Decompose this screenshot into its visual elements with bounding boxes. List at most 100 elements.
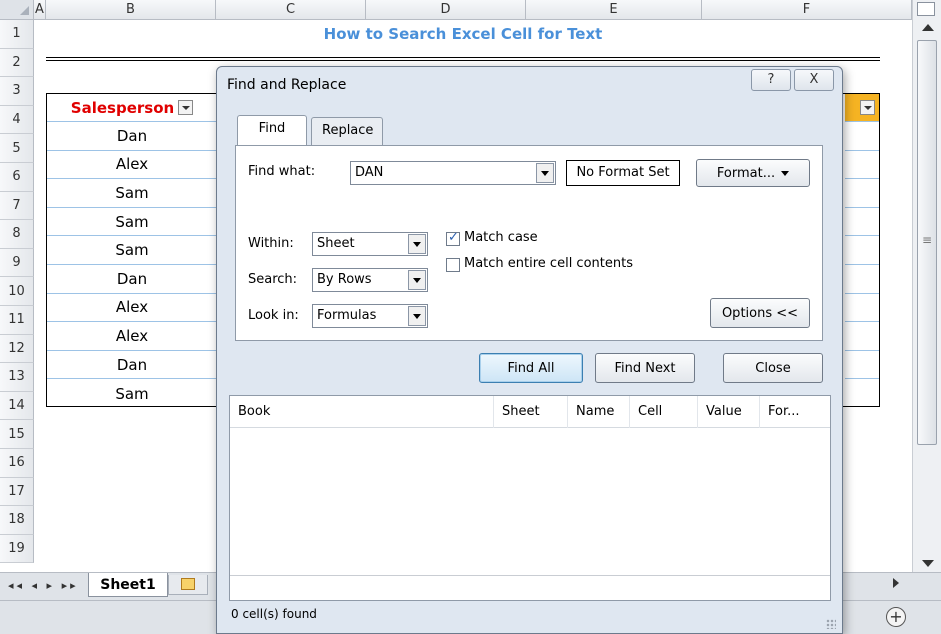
column-header-a[interactable]: A xyxy=(34,0,46,20)
row-header[interactable]: 6 xyxy=(0,162,34,192)
table-cell[interactable]: Dan xyxy=(47,122,217,151)
table-header-right-cell[interactable] xyxy=(845,94,879,122)
match-case-label[interactable]: Match case xyxy=(464,230,538,245)
results-scrollbar[interactable] xyxy=(230,575,830,577)
column-headers: A B C D E F xyxy=(0,0,912,20)
zoom-in-icon[interactable]: + xyxy=(886,607,906,627)
chevron-down-icon[interactable] xyxy=(408,306,426,326)
chevron-down-icon[interactable] xyxy=(408,270,426,290)
table-cell[interactable] xyxy=(845,179,879,208)
table-cell[interactable]: Sam xyxy=(47,236,217,265)
column-header-b[interactable]: B xyxy=(46,0,216,20)
row-header[interactable]: 15 xyxy=(0,420,34,449)
find-all-button[interactable]: Find All xyxy=(479,353,583,383)
row-header[interactable]: 17 xyxy=(0,477,34,507)
scroll-down-icon[interactable] xyxy=(922,560,934,567)
table-cell[interactable] xyxy=(845,236,879,265)
search-order-value: By Rows xyxy=(317,272,372,287)
row-header[interactable]: 1 xyxy=(0,20,34,49)
results-column-name[interactable]: Name xyxy=(568,396,630,428)
row-header[interactable]: 10 xyxy=(0,277,34,306)
results-list[interactable]: Book Sheet Name Cell Value For... xyxy=(229,395,831,601)
table-cell[interactable]: Alex xyxy=(47,322,217,351)
format-button[interactable]: Format... xyxy=(696,159,810,187)
match-entire-cell-label[interactable]: Match entire cell contents xyxy=(464,256,633,271)
search-order-select[interactable]: By Rows xyxy=(312,268,428,292)
filter-dropdown-icon[interactable] xyxy=(178,100,194,115)
table-cell[interactable] xyxy=(845,322,879,351)
row-header[interactable]: 8 xyxy=(0,220,34,249)
table-cell[interactable] xyxy=(845,122,879,151)
format-preview: No Format Set xyxy=(566,160,680,186)
row-header[interactable]: 19 xyxy=(0,534,34,564)
results-column-sheet[interactable]: Sheet xyxy=(494,396,568,428)
find-what-label: Find what: xyxy=(248,164,316,179)
results-column-formula[interactable]: For... xyxy=(760,396,830,428)
table-cell[interactable]: Sam xyxy=(47,379,217,408)
results-column-book[interactable]: Book xyxy=(230,396,494,428)
row-header[interactable]: 3 xyxy=(0,77,34,106)
help-button[interactable]: ? xyxy=(751,69,791,91)
look-in-value: Formulas xyxy=(317,308,377,323)
row-header[interactable]: 13 xyxy=(0,363,34,392)
column-header-d[interactable]: D xyxy=(366,0,526,20)
table-cell[interactable] xyxy=(845,265,879,294)
within-value: Sheet xyxy=(317,236,355,251)
row-header[interactable]: 7 xyxy=(0,191,34,221)
insert-sheet-button[interactable] xyxy=(168,575,208,595)
row-header[interactable]: 5 xyxy=(0,134,34,163)
chevron-down-icon[interactable] xyxy=(536,163,554,183)
vertical-scrollbar[interactable] xyxy=(912,0,941,572)
table-cell[interactable]: Sam xyxy=(47,179,217,208)
results-column-value[interactable]: Value xyxy=(698,396,760,428)
scroll-thumb[interactable] xyxy=(917,40,937,445)
tab-navigation-icon[interactable]: ◂◂ ◂ ▸ ▸▸ xyxy=(8,579,79,592)
table-cell[interactable]: Dan xyxy=(47,351,217,380)
row-header[interactable]: 4 xyxy=(0,105,34,135)
split-box-icon[interactable] xyxy=(917,2,935,16)
find-what-value: DAN xyxy=(355,165,384,180)
results-column-cell[interactable]: Cell xyxy=(630,396,698,428)
filter-dropdown-icon[interactable] xyxy=(860,100,875,115)
sheet-title[interactable]: How to Search Excel Cell for Text xyxy=(46,20,880,56)
results-status: 0 cell(s) found xyxy=(231,607,317,621)
close-icon[interactable]: X xyxy=(794,69,834,91)
match-entire-cell-checkbox[interactable] xyxy=(446,258,460,272)
table-cell[interactable] xyxy=(845,151,879,180)
row-header[interactable]: 2 xyxy=(0,48,34,78)
select-all-corner[interactable] xyxy=(0,0,34,20)
column-header-f[interactable]: F xyxy=(702,0,912,20)
find-tab-panel: Find what: DAN No Format Set Format... W… xyxy=(235,145,823,341)
sheet-tab-sheet1[interactable]: Sheet1 xyxy=(88,573,168,597)
table-cell[interactable]: Alex xyxy=(47,294,217,323)
new-sheet-icon xyxy=(181,578,195,590)
table-cell[interactable] xyxy=(845,208,879,237)
salesperson-header-cell[interactable]: Salesperson xyxy=(47,94,217,122)
find-next-button[interactable]: Find Next xyxy=(595,353,695,383)
table-cell[interactable]: Sam xyxy=(47,208,217,237)
options-button[interactable]: Options << xyxy=(710,298,810,328)
within-select[interactable]: Sheet xyxy=(312,232,428,256)
row-header[interactable]: 11 xyxy=(0,305,34,335)
chevron-down-icon[interactable] xyxy=(408,234,426,254)
table-cell[interactable] xyxy=(845,351,879,380)
table-cell[interactable]: Alex xyxy=(47,151,217,180)
column-header-e[interactable]: E xyxy=(526,0,702,20)
table-cell[interactable]: Dan xyxy=(47,265,217,294)
scroll-right-icon[interactable] xyxy=(893,578,899,588)
column-header-c[interactable]: C xyxy=(216,0,366,20)
tab-replace[interactable]: Replace xyxy=(311,117,383,145)
scroll-up-icon[interactable] xyxy=(922,24,934,31)
table-cell[interactable] xyxy=(845,294,879,323)
match-case-checkbox[interactable] xyxy=(446,230,460,246)
look-in-select[interactable]: Formulas xyxy=(312,304,428,328)
close-button[interactable]: Close xyxy=(723,353,823,383)
row-header[interactable]: 16 xyxy=(0,448,34,478)
row-header[interactable]: 9 xyxy=(0,248,34,278)
row-header[interactable]: 12 xyxy=(0,334,34,364)
row-header[interactable]: 14 xyxy=(0,391,34,421)
row-header[interactable]: 18 xyxy=(0,506,34,535)
tab-find[interactable]: Find xyxy=(237,115,307,145)
find-what-input[interactable]: DAN xyxy=(350,161,556,185)
resize-grip-icon[interactable] xyxy=(826,619,836,629)
